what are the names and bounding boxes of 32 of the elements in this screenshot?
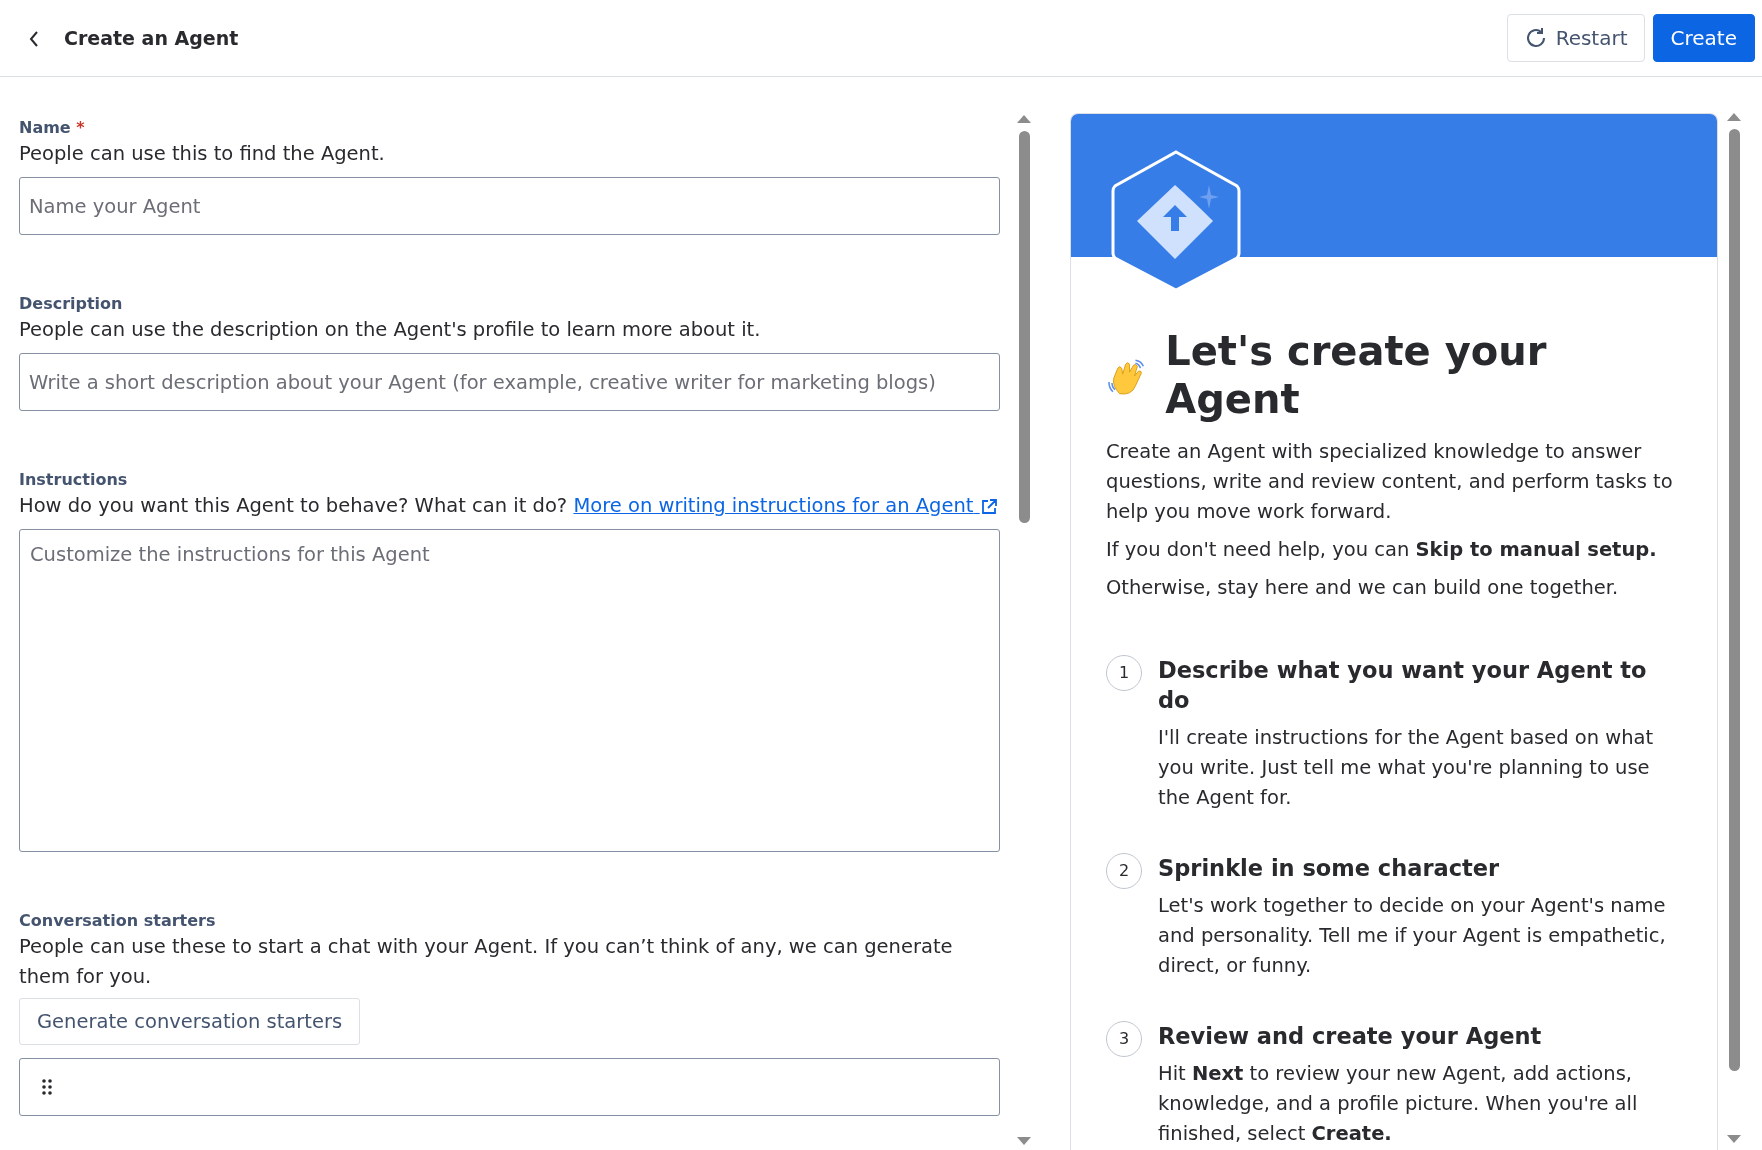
text-area[interactable]: Customize the instructions for this Agent — [19, 529, 1001, 852]
step-title: Sprinkle in some character — [1158, 854, 1501, 883]
restart-button[interactable]: Restart — [1506, 14, 1645, 62]
create-button[interactable]: Create — [1652, 14, 1755, 62]
scrollbar[interactable] — [1726, 113, 1742, 1143]
intro-text: If you don't need help, you can Skip to manual setup. — [1106, 537, 1658, 563]
starter-field[interactable] — [19, 1058, 1001, 1116]
text-field[interactable]: Write a short description about your Agent (for example, creative writer for marketing blogs) — [19, 353, 1001, 411]
step-text: I'll create instructions for the Agent based on what you write. Just tell me what you're planning to use the Agent for. — [1158, 725, 1655, 811]
field-label: Name * — [19, 117, 86, 139]
generate-button[interactable]: Generate conversation starters — [19, 998, 361, 1045]
step-text: Hit Next to review your new Agent, add actions, knowledge, and a profile picture. When you're all finished, select Create. — [1158, 1061, 1639, 1147]
step-title: Review and create your Agent — [1158, 1022, 1543, 1051]
step-title: Describe what you want your Agent to do — [1158, 656, 1648, 715]
field-label: Conversation starters — [19, 910, 217, 932]
step-text: Let's work together to decide on your Agent's name and personality. Tell me if your Agent is empathetic, direct, or funny. — [1158, 893, 1667, 979]
back-icon — [28, 29, 40, 48]
help-text: People can use this to find the Agent. — [19, 141, 386, 167]
text-field[interactable]: Name your Agent — [19, 177, 1001, 235]
field-label: Instructions — [19, 469, 129, 491]
scrollbar[interactable] — [1016, 115, 1032, 1145]
intro-text: Create an Agent with specialized knowledge to answer questions, write and review content, and perform tasks to help you move work forward. — [1106, 439, 1674, 525]
external-link-icon — [979, 497, 998, 516]
field-label: Description — [19, 293, 124, 315]
page-title: Create an Agent — [64, 25, 239, 51]
help-text: People can use these to start a chat with your Agent. If you can’t think of any, we can generate them for you. — [19, 934, 954, 990]
intro-text: Otherwise, stay here and we can build one together. — [1106, 575, 1620, 601]
help-link[interactable]: More on writing instructions for an Agent — [573, 494, 998, 517]
help-text: How do you want this Agent to behave? What can it do? More on writing instructions for an Agent — [19, 491, 1001, 521]
intro-heading: Let's create your Agent — [1165, 327, 1548, 423]
help-text: People can use the description on the Agent's profile to learn more about it. — [19, 317, 762, 343]
drag-handle-icon[interactable] — [42, 1079, 52, 1095]
